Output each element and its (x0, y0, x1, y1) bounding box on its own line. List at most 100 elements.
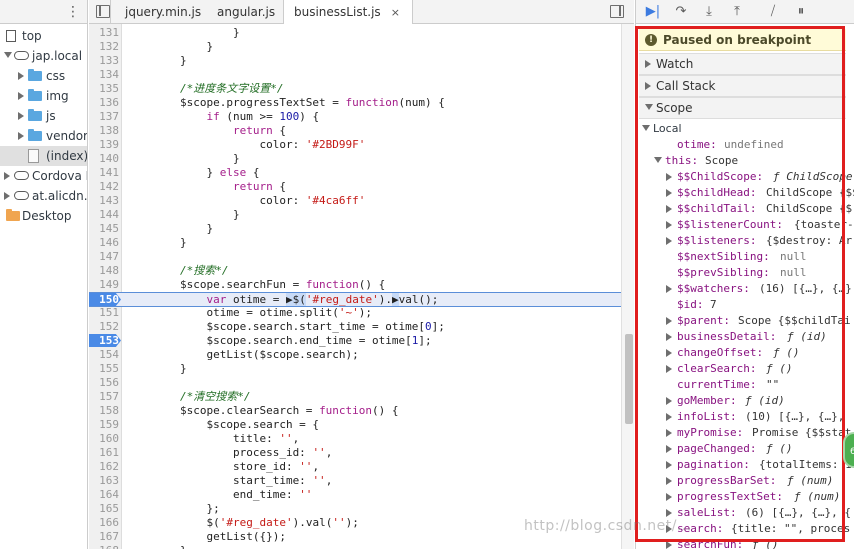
nav-item-desktop[interactable]: Desktop (0, 206, 87, 226)
expand-triangle-icon[interactable] (4, 192, 10, 200)
expand-triangle-icon[interactable] (18, 132, 24, 140)
scope-property[interactable]: $parent: Scope {$$childTai (636, 313, 851, 329)
code-line[interactable]: 131 } (89, 26, 621, 40)
expand-triangle-icon[interactable] (666, 541, 672, 549)
line-number[interactable]: 140 (89, 152, 119, 166)
notification-badge[interactable]: 6 (843, 432, 854, 468)
nav-item-cordova-m[interactable]: Cordova M (0, 166, 87, 186)
editor-scrollbar[interactable] (621, 24, 634, 549)
step-out-icon[interactable]: ⤒ (728, 3, 746, 21)
scope-property[interactable]: $$ChildScope: ƒ ChildScope (636, 169, 852, 185)
scope-property[interactable]: changeOffset: ƒ () (636, 345, 843, 361)
step-into-icon[interactable]: ⤓ (700, 3, 718, 21)
code-line[interactable]: 133 } (89, 54, 621, 68)
expand-triangle-icon[interactable] (666, 413, 672, 421)
line-number[interactable]: 162 (89, 460, 119, 474)
scope-property[interactable]: $$childTail: ChildScope {$ (636, 201, 852, 217)
code-line[interactable]: 168 } (89, 544, 621, 549)
code-line[interactable]: 139 color: '#2BD99F' (89, 138, 621, 152)
line-number[interactable]: 157 (89, 390, 119, 404)
line-number[interactable]: 141 (89, 166, 119, 180)
code-line[interactable]: 150 var otime = ▶$('#reg_date').▶val(); (89, 292, 621, 307)
code-line[interactable]: 140 } (89, 152, 621, 166)
line-number[interactable]: 164 (89, 488, 119, 502)
scope-property[interactable]: pagination: {totalItems: 1 (636, 457, 852, 473)
code-line[interactable]: 162 store_id: '', (89, 460, 621, 474)
expand-triangle-icon[interactable] (666, 477, 672, 485)
code-line[interactable]: 157 /*清空搜索*/ (89, 390, 621, 404)
line-number[interactable]: 136 (89, 96, 119, 110)
pause-on-exceptions-icon[interactable]: ⏸ (792, 3, 810, 21)
line-number[interactable]: 168 (89, 544, 119, 549)
code-line[interactable]: 136 $scope.progressTextSet = function(nu… (89, 96, 621, 110)
code-line[interactable]: 158 $scope.clearSearch = function() { (89, 404, 621, 418)
nav-item-index[interactable]: (index) (0, 146, 87, 166)
expand-triangle-icon[interactable] (666, 173, 672, 181)
line-number[interactable]: 161 (89, 446, 119, 460)
collapse-triangle-icon[interactable] (4, 52, 12, 58)
scope-property[interactable]: Local (636, 121, 843, 137)
line-number[interactable]: 147 (89, 250, 119, 264)
more-options-icon[interactable]: ⋮ (66, 4, 80, 20)
code-line[interactable]: 164 end_time: '' (89, 488, 621, 502)
line-number[interactable]: 145 (89, 222, 119, 236)
expand-triangle-icon[interactable] (666, 333, 672, 341)
scope-property[interactable]: $$watchers: (16) [{…}, {…} (636, 281, 852, 297)
scope-property[interactable]: $$listeners: {$destroy: Ar (636, 233, 852, 249)
line-number[interactable]: 150 (89, 293, 119, 307)
code-line[interactable]: 165 }; (89, 502, 621, 516)
expand-triangle-icon[interactable] (666, 237, 672, 245)
expand-triangle-icon[interactable] (4, 172, 10, 180)
scope-property[interactable]: currentTime: "" (636, 377, 843, 393)
line-number[interactable]: 143 (89, 194, 119, 208)
code-line[interactable]: 155 } (89, 362, 621, 376)
expand-triangle-icon[interactable] (666, 221, 672, 229)
scope-property[interactable]: $id: 7 (636, 297, 843, 313)
code-line[interactable]: 163 start_time: '', (89, 474, 621, 488)
line-number[interactable]: 163 (89, 474, 119, 488)
expand-triangle-icon[interactable] (666, 317, 672, 325)
code-line[interactable]: 135 /*进度条文字设置*/ (89, 82, 621, 96)
code-line[interactable]: 153 $scope.search.end_time = otime[1]; (89, 334, 621, 348)
scope-property[interactable]: myPromise: Promise {$$stat (636, 425, 851, 441)
resume-icon[interactable]: ▶| (644, 3, 662, 21)
scope-property[interactable]: $$childHead: ChildScope {$$ (636, 185, 854, 201)
tab-jquery[interactable]: jquery.min.js (125, 0, 213, 24)
code-line[interactable]: 146 } (89, 236, 621, 250)
nav-item-top[interactable]: top (0, 26, 87, 46)
scope-property[interactable]: searchFun: ƒ () (636, 537, 843, 549)
scope-property[interactable]: goMember: ƒ (id) (636, 393, 843, 409)
code-line[interactable]: 159 $scope.search = { (89, 418, 621, 432)
code-line[interactable]: 137 if (num >= 100) { (89, 110, 621, 124)
expand-triangle-icon[interactable] (666, 205, 672, 213)
collapse-triangle-icon[interactable] (654, 157, 662, 163)
toggle-debugger-icon[interactable] (610, 5, 624, 18)
code-line[interactable]: 161 process_id: '', (89, 446, 621, 460)
nav-item-at-alicdn-c[interactable]: at.alicdn.c (0, 186, 87, 206)
line-number[interactable]: 156 (89, 376, 119, 390)
expand-triangle-icon[interactable] (666, 349, 672, 357)
scope-property[interactable]: clearSearch: ƒ () (636, 361, 843, 377)
section-watch[interactable]: Watch (639, 53, 846, 75)
code-line[interactable]: 152 $scope.search.start_time = otime[0]; (89, 320, 621, 334)
line-number[interactable]: 144 (89, 208, 119, 222)
close-tab-icon[interactable]: × (391, 6, 400, 19)
line-number[interactable]: 132 (89, 40, 119, 54)
tab-angular[interactable]: angular.js (217, 0, 287, 24)
code-line[interactable]: 138 return { (89, 124, 621, 138)
scope-property[interactable]: pageChanged: ƒ () (636, 441, 843, 457)
line-number[interactable]: 167 (89, 530, 119, 544)
line-number[interactable]: 142 (89, 180, 119, 194)
code-area[interactable]: 131 } 132 } 133 } 134 135 /*进度条文字设置*/136 $sc… (89, 24, 621, 549)
expand-triangle-icon[interactable] (18, 112, 24, 120)
expand-triangle-icon[interactable] (666, 397, 672, 405)
expand-triangle-icon[interactable] (18, 92, 24, 100)
nav-item-jap-local[interactable]: jap.local (0, 46, 87, 66)
nav-item-css[interactable]: css (0, 66, 87, 86)
nav-item-vendor[interactable]: vendor (0, 126, 87, 146)
line-number[interactable]: 155 (89, 362, 119, 376)
scrollbar-thumb[interactable] (625, 334, 633, 424)
line-number[interactable]: 138 (89, 124, 119, 138)
line-number[interactable]: 158 (89, 404, 119, 418)
line-number[interactable]: 166 (89, 516, 119, 530)
